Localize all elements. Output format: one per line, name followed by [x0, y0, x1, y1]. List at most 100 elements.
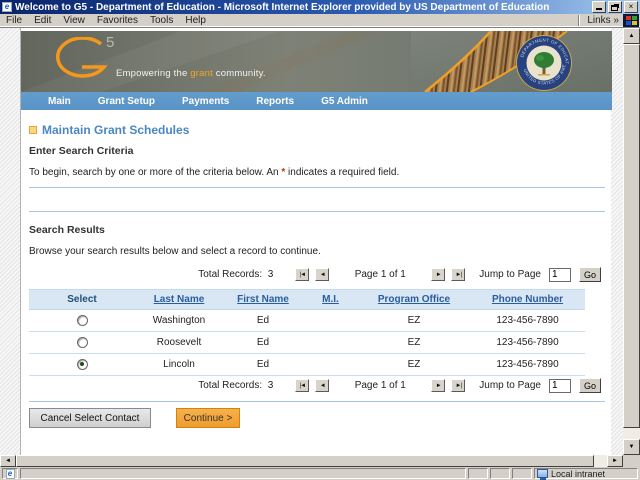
restore-button[interactable]	[608, 1, 622, 13]
select-radio-washington[interactable]	[77, 315, 88, 326]
menu-tools[interactable]: Tools	[144, 15, 179, 26]
jump-to-page-label: Jump to Page	[479, 269, 541, 280]
banner-tagline: Empowering the grant community.	[116, 68, 266, 79]
page-status: Page 1 of 1	[345, 380, 415, 391]
menu-edit[interactable]: Edit	[28, 15, 57, 26]
divider	[29, 211, 605, 212]
horizontal-scroll-thumb[interactable]	[16, 455, 594, 467]
first-page-button[interactable]: |◄	[295, 379, 309, 392]
tagline-prefix: Empowering the	[116, 68, 190, 79]
col-phone-number[interactable]: Phone Number	[492, 294, 563, 305]
prev-page-button[interactable]: ◄	[315, 268, 329, 281]
links-toolbar[interactable]: Links »	[584, 15, 622, 26]
cell-phone-number: 123-456-7890	[470, 354, 585, 376]
nav-reports[interactable]: Reports	[256, 96, 294, 107]
menu-view[interactable]: View	[57, 15, 91, 26]
menu-file[interactable]: File	[0, 15, 28, 26]
action-buttons: Cancel Select Contact Continue >	[29, 408, 611, 428]
restore-icon	[611, 5, 618, 11]
col-first-name[interactable]: First Name	[237, 294, 289, 305]
continue-button[interactable]: Continue >	[176, 408, 240, 428]
nav-payments[interactable]: Payments	[182, 96, 229, 107]
nav-grant-setup[interactable]: Grant Setup	[98, 96, 155, 107]
next-page-button[interactable]: ►	[431, 379, 445, 392]
security-zone-pane: Local intranet	[534, 468, 638, 479]
page-right-margin	[611, 28, 623, 455]
menu-favorites[interactable]: Favorites	[91, 15, 144, 26]
last-page-button[interactable]: ►|	[451, 379, 465, 392]
cell-last-name: Washington	[135, 310, 223, 332]
col-last-name[interactable]: Last Name	[154, 294, 205, 305]
select-radio-roosevelt[interactable]	[77, 337, 88, 348]
table-row: Washington Ed EZ 123-456-7890	[29, 310, 585, 332]
cell-last-name: Lincoln	[135, 354, 223, 376]
jump-to-page-input[interactable]	[549, 268, 571, 282]
table-row: Lincoln Ed EZ 123-456-7890	[29, 354, 585, 376]
first-page-icon: |◄	[300, 383, 306, 389]
ie-page-icon: e	[2, 2, 12, 12]
page-left-margin	[0, 28, 20, 455]
status-page-pane: e	[2, 468, 18, 479]
cell-first-name: Ed	[223, 332, 303, 354]
ed-seal: DEPARTMENT OF EDUCATION UNITED STATES OF…	[516, 35, 572, 91]
close-button[interactable]: ×	[624, 1, 638, 13]
page-content: DEPARTMENT OF EDUCATION UNITED STATES OF…	[20, 28, 611, 455]
last-page-button[interactable]: ►|	[451, 268, 465, 281]
jump-to-page-label: Jump to Page	[479, 380, 541, 391]
scroll-left-button[interactable]: ◄	[0, 455, 16, 467]
page-title: Maintain Grant Schedules	[42, 123, 189, 137]
col-mi[interactable]: M.I.	[322, 294, 339, 305]
total-records-value: 3	[268, 380, 274, 391]
heading-bullet-icon	[29, 126, 37, 134]
tagline-suffix: community.	[213, 68, 266, 79]
cell-phone-number: 123-456-7890	[470, 310, 585, 332]
divider	[29, 401, 605, 402]
last-page-icon: ►|	[456, 272, 462, 278]
col-program-office[interactable]: Program Office	[378, 294, 450, 305]
prev-page-button[interactable]: ◄	[315, 379, 329, 392]
col-select: Select	[29, 290, 135, 310]
cell-program-office: EZ	[358, 310, 470, 332]
scroll-right-icon: ►	[612, 458, 618, 464]
scroll-right-button[interactable]: ►	[607, 455, 623, 467]
scroll-down-button[interactable]: ▼	[623, 439, 640, 455]
status-pane	[512, 468, 532, 479]
prev-page-icon: ◄	[320, 383, 325, 389]
search-results-title: Search Results	[29, 224, 611, 235]
vertical-scroll-thumb[interactable]	[623, 44, 640, 428]
security-zone-label: Local intranet	[551, 469, 605, 479]
select-radio-lincoln[interactable]	[77, 359, 88, 370]
cell-mi	[303, 332, 358, 354]
ie-throbber-icon	[623, 14, 639, 27]
next-page-button[interactable]: ►	[431, 268, 445, 281]
main-nav: Main Grant Setup Payments Reports G5 Adm…	[21, 92, 612, 110]
scrollbar-corner	[623, 455, 640, 467]
go-button[interactable]: Go	[579, 378, 601, 393]
g5-logo-g	[49, 37, 111, 90]
ie-document-icon: e	[6, 469, 15, 479]
last-page-icon: ►|	[456, 383, 462, 389]
menu-help[interactable]: Help	[179, 15, 212, 26]
minimize-button[interactable]	[592, 1, 606, 13]
nav-main[interactable]: Main	[48, 96, 71, 107]
browser-window: e Welcome to G5 - Department of Educatio…	[0, 0, 640, 480]
nav-g5-admin[interactable]: G5 Admin	[321, 96, 368, 107]
jump-to-page-input[interactable]	[549, 379, 571, 393]
search-results-table: Select Last Name First Name M.I. Program…	[29, 289, 585, 376]
first-page-button[interactable]: |◄	[295, 268, 309, 281]
cell-program-office: EZ	[358, 332, 470, 354]
scroll-up-icon: ▲	[629, 33, 635, 39]
scroll-up-button[interactable]: ▲	[623, 28, 640, 44]
horizontal-scrollbar[interactable]: ◄ ►	[0, 455, 623, 467]
go-button[interactable]: Go	[579, 267, 601, 282]
pagination-bottom: Total Records: 3 |◄ ◄ Page 1 of 1 ► ►| J…	[21, 377, 601, 394]
tagline-highlight: grant	[190, 68, 213, 79]
cancel-select-contact-button[interactable]: Cancel Select Contact	[29, 408, 151, 428]
search-criteria-instructions: To begin, search by one or more of the c…	[29, 167, 611, 178]
status-message-pane	[20, 468, 466, 479]
vertical-scrollbar[interactable]: ▲ ▼	[623, 28, 640, 455]
cell-first-name: Ed	[223, 310, 303, 332]
links-separator	[578, 15, 580, 26]
local-intranet-icon	[537, 469, 548, 478]
page-viewport: DEPARTMENT OF EDUCATION UNITED STATES OF…	[0, 28, 623, 455]
